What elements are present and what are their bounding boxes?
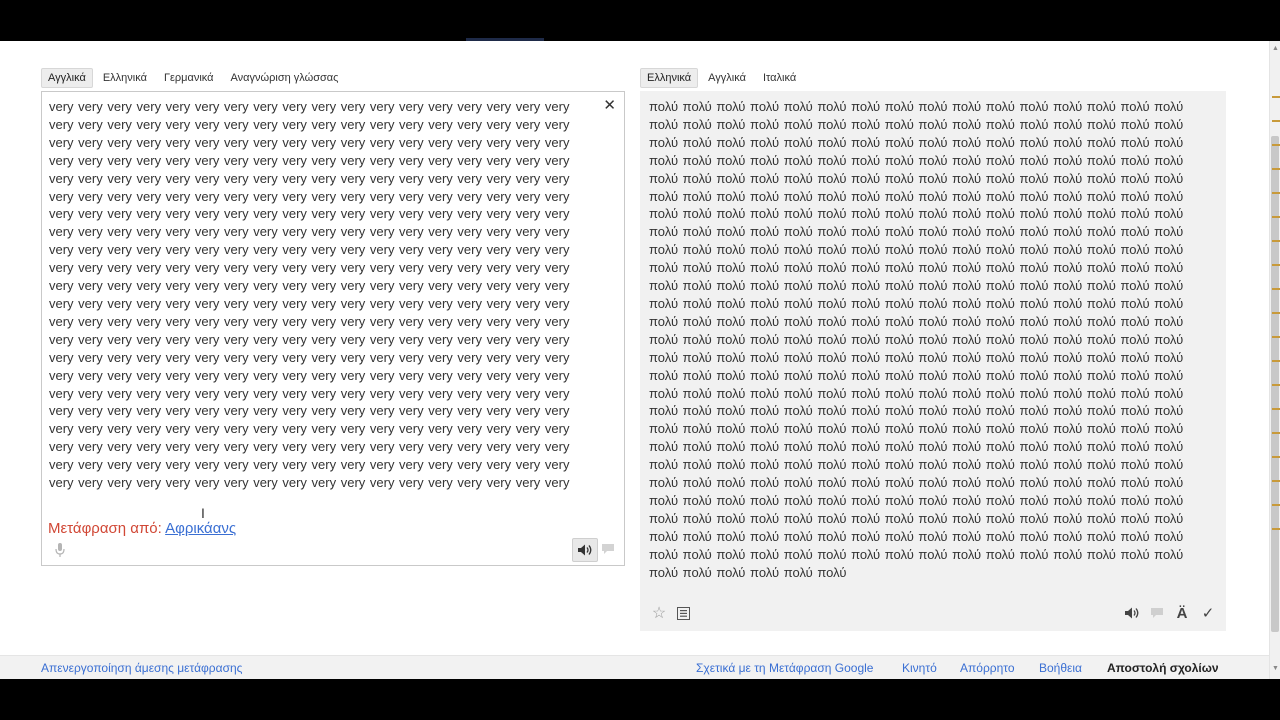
close-icon[interactable]: ✕ bbox=[603, 96, 616, 114]
source-tab-english[interactable]: Αγγλικά bbox=[41, 68, 93, 88]
browser-top-bar bbox=[0, 0, 1280, 41]
footer-help-link[interactable]: Βοήθεια bbox=[1039, 661, 1082, 675]
A-umlaut-icon[interactable]: Ä bbox=[1175, 605, 1189, 622]
speaker-icon bbox=[578, 544, 592, 556]
source-tab-detect-language[interactable]: Αναγνώριση γλώσσας bbox=[224, 68, 346, 88]
top-tab-indicator bbox=[466, 38, 544, 41]
source-language-tabs: Αγγλικά Ελληνικά Γερμανικά Αναγνώριση γλ… bbox=[41, 68, 348, 88]
footer: Απενεργοποίηση άμεσης μετάφρασης Σχετικά… bbox=[0, 655, 1269, 680]
source-text[interactable]: very very very very very very very very … bbox=[49, 98, 594, 492]
source-text-area[interactable]: very very very very very very very very … bbox=[41, 91, 625, 566]
text-cursor-icon: I bbox=[201, 505, 205, 521]
detected-language-line: Μετάφραση από: Αφρικάανς bbox=[48, 520, 236, 537]
speaker-icon[interactable] bbox=[1124, 605, 1140, 621]
footer-mobile-link[interactable]: Κινητό bbox=[902, 661, 937, 675]
footer-feedback-link[interactable]: Αποστολή σχολίων bbox=[1107, 661, 1219, 675]
scroll-up-arrow-icon[interactable]: ▲ bbox=[1270, 43, 1280, 55]
comment-icon[interactable] bbox=[1150, 605, 1164, 621]
browser-bottom-bar bbox=[0, 679, 1280, 720]
source-listen-button[interactable] bbox=[572, 538, 598, 562]
comment-icon[interactable] bbox=[601, 543, 615, 555]
microphone-icon[interactable] bbox=[53, 541, 67, 559]
detected-language-link[interactable]: Αφρικάανς bbox=[165, 520, 236, 537]
disable-instant-translation-link[interactable]: Απενεργοποίηση άμεσης μετάφρασης bbox=[41, 661, 242, 675]
side-marker-strip bbox=[1272, 96, 1280, 556]
scroll-down-arrow-icon[interactable]: ▼ bbox=[1270, 663, 1280, 675]
target-tab-greek[interactable]: Ελληνικά bbox=[640, 68, 699, 88]
source-tab-greek[interactable]: Ελληνικά bbox=[96, 68, 154, 88]
footer-privacy-link[interactable]: Απόρρητο bbox=[960, 661, 1015, 675]
translation-text[interactable]: πολύ πολύ πολύ πολύ πολύ πολύ πολύ πολύ … bbox=[649, 98, 1214, 581]
source-tab-german[interactable]: Γερμανικά bbox=[157, 68, 221, 88]
target-tab-english[interactable]: Αγγλικά bbox=[701, 68, 753, 88]
check-icon[interactable]: ✓ bbox=[1200, 605, 1216, 622]
detected-language-label: Μετάφραση από: bbox=[48, 520, 162, 537]
translation-result-area: πολύ πολύ πολύ πολύ πολύ πολύ πολύ πολύ … bbox=[640, 91, 1226, 631]
footer-about-link[interactable]: Σχετικά με τη Μετάφραση Google bbox=[696, 661, 873, 675]
target-language-tabs: Ελληνικά Αγγλικά Ιταλικά bbox=[640, 68, 806, 88]
list-icon[interactable] bbox=[676, 605, 690, 621]
star-icon[interactable]: ☆ bbox=[651, 605, 667, 622]
target-tab-italian[interactable]: Ιταλικά bbox=[756, 68, 803, 88]
